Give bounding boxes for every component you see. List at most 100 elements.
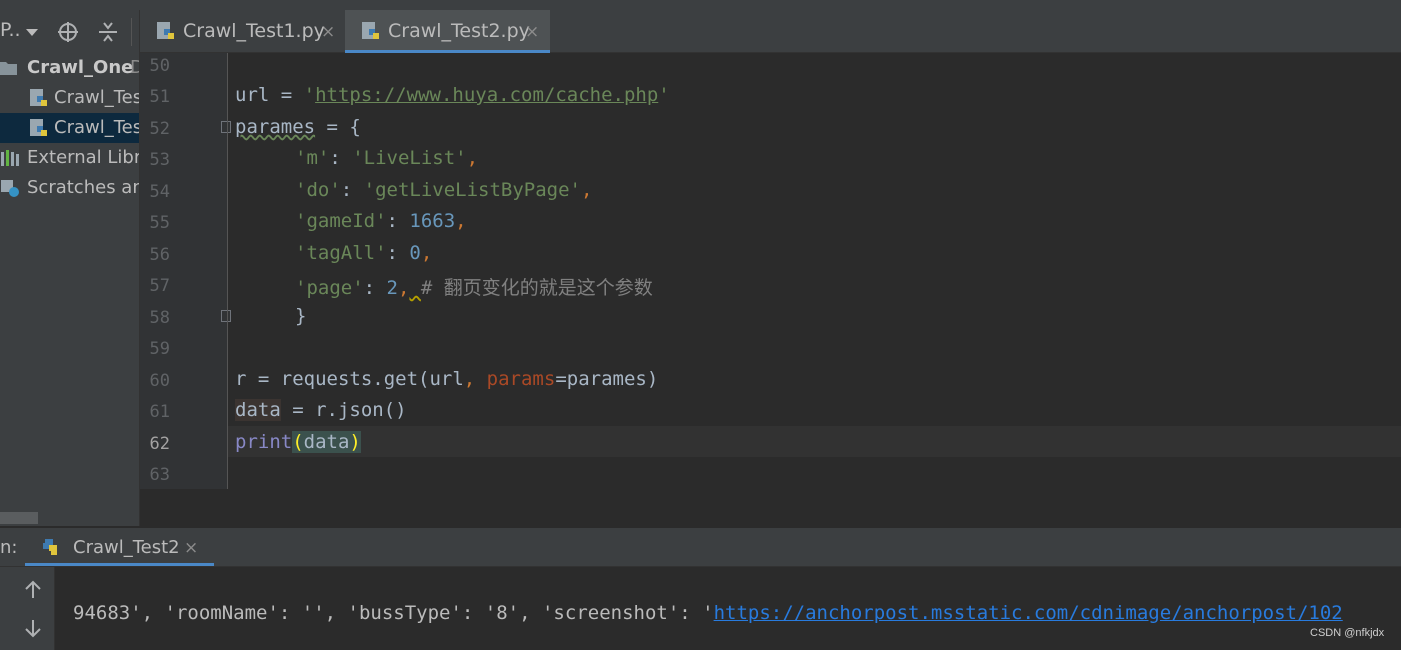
line-number: 50 xyxy=(149,56,170,76)
sidebar-horizontal-scrollbar[interactable] xyxy=(0,512,38,524)
code-token: = xyxy=(269,84,304,106)
tree-item-crawl-test2[interactable]: Crawl_Tes xyxy=(0,113,139,143)
code-line-58: } xyxy=(295,305,306,327)
collapse-all-icon[interactable] xyxy=(97,21,119,43)
code-token: ) xyxy=(349,431,361,453)
tree-item-path-hint: D xyxy=(130,57,139,78)
window-top-strip xyxy=(0,0,1401,10)
python-file-icon xyxy=(362,22,379,39)
project-view-title[interactable]: P.. xyxy=(0,19,21,41)
code-token: = r.json() xyxy=(280,399,407,421)
code-token: ( xyxy=(292,431,304,453)
line-number: 63 xyxy=(149,465,170,485)
fold-marker-icon[interactable] xyxy=(221,310,231,322)
code-token: : xyxy=(386,210,410,232)
code-line-55: 'gameId': 1663, xyxy=(295,210,467,232)
line-number: 55 xyxy=(149,213,170,233)
run-tool-window-header: n: Crawl_Test2 × xyxy=(0,528,1401,567)
code-comment: # 翻页变化的就是这个参数 xyxy=(420,277,653,299)
line-number: 56 xyxy=(149,245,170,265)
python-icon xyxy=(43,539,57,555)
tree-item-label: Scratches and xyxy=(27,177,139,198)
line-number: 58 xyxy=(149,308,170,328)
code-line-57: 'page': 2, # 翻页变化的就是这个参数 xyxy=(295,273,653,300)
code-token: } xyxy=(295,305,307,327)
line-number-gutter: 50 51 52 53 54 55 56 57 58 59 60 61 62 6… xyxy=(140,53,231,489)
code-token: data xyxy=(235,399,281,421)
line-number: 57 xyxy=(149,276,170,296)
code-token: , xyxy=(397,277,410,299)
code-token: =parames) xyxy=(555,368,659,390)
code-token: : xyxy=(386,242,410,264)
code-token: , xyxy=(420,242,433,264)
tree-item-crawl-test1[interactable]: Crawl_Tes xyxy=(0,83,139,113)
project-tree: Crawl_One D Crawl_Tes Crawl_Tes xyxy=(0,53,139,203)
run-console[interactable]: 94683', 'roomName': '', 'bussType': '8',… xyxy=(55,567,1401,650)
run-label: n: xyxy=(0,537,18,558)
code-token: ' xyxy=(658,84,670,106)
code-token: params xyxy=(486,368,556,390)
code-line-60: r = requests.get(url, params=parames) xyxy=(235,368,658,390)
line-number: 60 xyxy=(149,371,170,391)
line-number: 53 xyxy=(149,150,170,170)
code-line-51: url = 'https://www.huya.com/cache.php' xyxy=(235,84,670,106)
code-token: : xyxy=(363,277,387,299)
fold-marker-icon[interactable] xyxy=(221,121,231,133)
tree-item-label: Crawl_Tes xyxy=(54,87,140,108)
chevron-down-icon[interactable] xyxy=(26,29,38,36)
code-line-56: 'tagAll': 0, xyxy=(295,242,432,264)
tree-item-project-root[interactable]: Crawl_One D xyxy=(0,53,139,83)
code-url-link[interactable]: https://www.huya.com/cache.php xyxy=(315,84,658,106)
python-file-icon xyxy=(157,22,174,39)
code-token: data xyxy=(303,431,350,453)
python-file-icon xyxy=(30,119,47,136)
line-number: 61 xyxy=(149,402,170,422)
project-sidebar: P.. Crawl_One D Crawl_Te xyxy=(0,10,140,526)
code-line-61: data = r.json() xyxy=(235,399,407,421)
current-line-highlight xyxy=(228,426,1401,457)
close-icon[interactable]: × xyxy=(184,538,198,558)
code-token: print xyxy=(235,431,293,453)
code-token: 'do' xyxy=(295,179,341,201)
code-token: 0 xyxy=(409,242,421,264)
locate-file-icon[interactable] xyxy=(57,21,79,43)
tab-crawl-test1[interactable]: Crawl_Test1.py × xyxy=(140,10,345,52)
code-token: , xyxy=(466,147,479,169)
code-line-54: 'do': 'getLiveListByPage', xyxy=(295,179,592,201)
code-token: , xyxy=(455,210,467,232)
tree-item-label: Crawl_One xyxy=(27,57,134,78)
run-toolbar xyxy=(0,567,55,650)
gutter-divider xyxy=(227,53,228,489)
close-icon[interactable]: × xyxy=(525,22,539,42)
folder-icon xyxy=(0,62,17,75)
tab-label: Crawl_Test1.py xyxy=(183,20,325,42)
code-token: 1663 xyxy=(409,210,456,232)
code-token: 'm' xyxy=(295,147,330,169)
code-editor[interactable]: 50 51 52 53 54 55 56 57 58 59 60 61 62 6… xyxy=(140,53,1401,489)
code-token: url xyxy=(235,84,270,106)
library-icon xyxy=(1,150,19,166)
tab-label: Crawl_Test2.py xyxy=(388,20,530,42)
run-tab-label: Crawl_Test2 xyxy=(73,537,180,558)
code-token: 'gameId' xyxy=(295,210,387,232)
code-token: 'tagAll' xyxy=(295,242,387,264)
console-url-link[interactable]: https://anchorpost.msstatic.com/cdnimage… xyxy=(714,602,1343,624)
code-line-52: parames = { xyxy=(235,116,361,138)
watermark: CSDN @nfkjdx xyxy=(1310,627,1385,639)
line-number-current: 62 xyxy=(149,434,170,454)
code-token: 'getLiveListByPage' xyxy=(363,179,581,201)
tab-crawl-test2[interactable]: Crawl_Test2.py × xyxy=(345,10,550,52)
tree-item-scratches[interactable]: Scratches and xyxy=(0,173,139,203)
tree-item-external-libraries[interactable]: External Libra xyxy=(0,143,139,173)
arrow-up-icon[interactable] xyxy=(22,579,44,601)
active-run-tab-indicator xyxy=(25,563,214,566)
editor-tab-bar: Crawl_Test1.py × Crawl_Test2.py × xyxy=(140,10,1401,53)
code-token: 2 xyxy=(386,277,398,299)
arrow-down-icon[interactable] xyxy=(22,617,44,639)
tree-item-label: Crawl_Tes xyxy=(54,117,140,138)
code-token: = { xyxy=(315,116,361,138)
toolbar-separator xyxy=(131,18,132,46)
close-icon[interactable]: × xyxy=(321,22,335,42)
run-tab-crawl-test2[interactable]: Crawl_Test2 × xyxy=(25,528,214,566)
